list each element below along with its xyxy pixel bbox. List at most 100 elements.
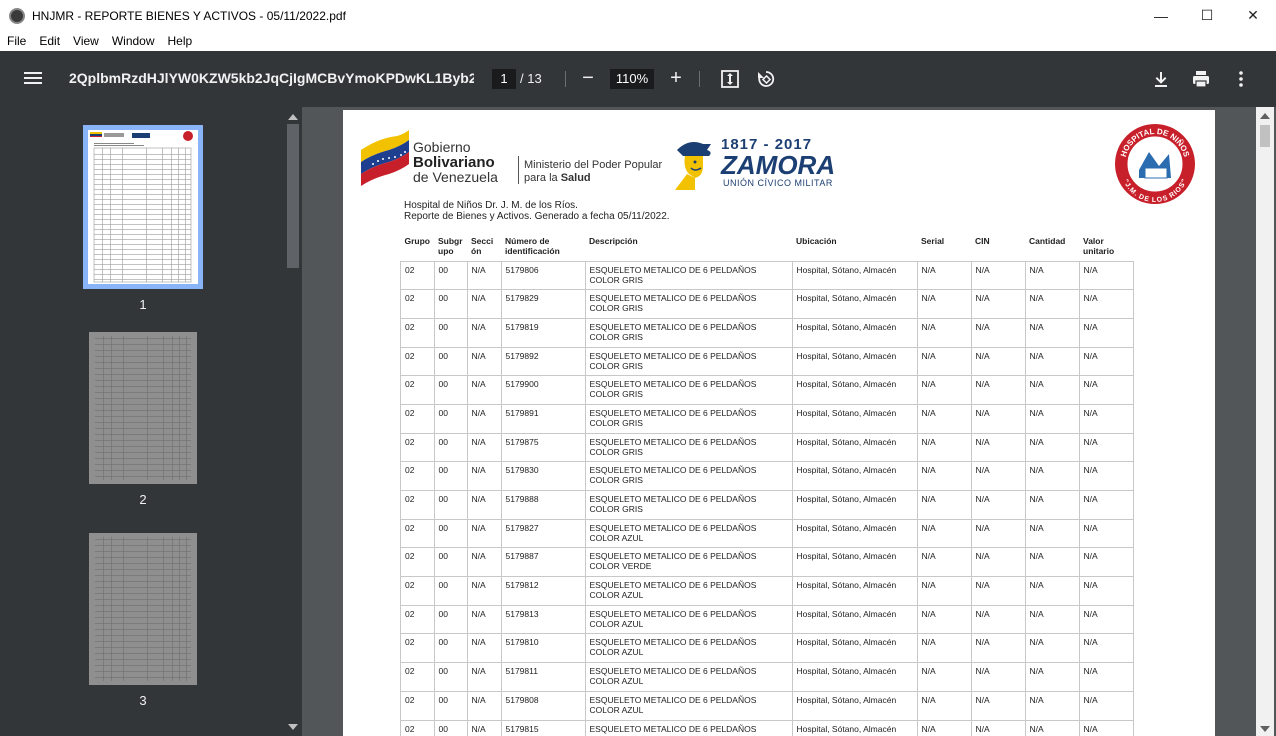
table-row: 02 00 N/A 5179806 ESQUELETO METALICO DE 6 PE…: [400, 260, 1134, 291]
gob-line1: Gobierno: [413, 139, 471, 155]
scrollbar-thumb[interactable]: [1260, 125, 1270, 147]
zoom-out-icon[interactable]: −: [580, 68, 596, 88]
table-cell: N/A: [1024, 346, 1080, 377]
table-cell: ESQUELETO METALICO DE 6 PELDAÑOS COLOR A…: [584, 690, 793, 721]
maximize-button[interactable]: ☐: [1184, 0, 1230, 31]
table-cell: N/A: [466, 403, 502, 434]
table-cell: N/A: [970, 461, 1026, 491]
table-cell: N/A: [1024, 461, 1080, 491]
thumbnail-image: [89, 332, 197, 484]
zoom-level-input[interactable]: 110%: [610, 69, 654, 89]
table-cell: 5179806: [500, 260, 586, 291]
table-cell: N/A: [1078, 317, 1134, 348]
table-cell: Hospital, Sótano, Almacén: [791, 719, 918, 736]
table-row: 02 00 N/A 5179813 ESQUELETO METALICO DE 6 PE…: [400, 604, 1134, 635]
table-cell: N/A: [916, 317, 972, 348]
table-cell: 02: [400, 289, 435, 319]
table-cell: N/A: [466, 576, 502, 606]
table-cell: Hospital, Sótano, Almacén: [791, 375, 918, 405]
table-cell: N/A: [916, 633, 972, 664]
download-icon[interactable]: [1151, 69, 1171, 89]
table-cell: N/A: [916, 461, 972, 491]
table-cell: N/A: [1024, 690, 1080, 721]
table-cell: N/A: [1024, 403, 1080, 434]
menu-bar: File Edit View Window Help: [0, 31, 1276, 51]
min-line2-bold: Salud: [560, 172, 591, 184]
thumbnail-label: 1: [139, 297, 147, 312]
table-cell: N/A: [916, 403, 972, 434]
scroll-down-icon[interactable]: [1260, 726, 1270, 732]
table-cell: N/A: [970, 547, 1026, 578]
table-cell: N/A: [466, 518, 502, 549]
menu-window[interactable]: Window: [105, 34, 161, 48]
gob-line3: de Venezuela: [413, 169, 498, 185]
table-cell: N/A: [916, 490, 972, 520]
table-cell: 00: [433, 375, 468, 405]
rotate-icon[interactable]: [756, 69, 776, 89]
table-cell: Hospital, Sótano, Almacén: [791, 461, 918, 491]
thumbnail-page-2[interactable]: 2: [83, 332, 203, 507]
scroll-up-icon[interactable]: [1260, 113, 1270, 119]
menu-help[interactable]: Help: [161, 34, 199, 48]
table-row: 02 00 N/A 5179900 ESQUELETO METALICO DE 6 PE…: [400, 375, 1134, 405]
thumbnail-page-3[interactable]: 3: [83, 533, 203, 708]
close-button[interactable]: ✕: [1230, 0, 1276, 31]
table-cell: 5179829: [500, 289, 586, 319]
thumbnail-label: 3: [139, 693, 147, 708]
table-cell: 02: [400, 490, 435, 520]
table-row: 02 00 N/A 5179827 ESQUELETO METALICO DE 6 PE…: [400, 518, 1134, 549]
scroll-down-icon[interactable]: [288, 724, 298, 730]
table-cell: N/A: [466, 662, 502, 692]
table-row: 02 00 N/A 5179812 ESQUELETO METALICO DE 6 PE…: [400, 576, 1134, 606]
menu-icon[interactable]: [24, 69, 44, 89]
scroll-up-icon[interactable]: [288, 114, 298, 120]
table-cell: N/A: [1024, 490, 1080, 520]
table-cell: ESQUELETO METALICO DE 6 PELDAÑOS COLOR A…: [584, 576, 793, 606]
table-cell: ESQUELETO METALICO DE 6 PELDAÑOS COLOR V…: [584, 547, 793, 578]
table-cell: 00: [433, 260, 468, 291]
table-cell: N/A: [466, 547, 502, 578]
venezuela-flag-logo: [361, 130, 409, 186]
table-cell: 00: [433, 432, 468, 463]
zoom-in-icon[interactable]: +: [668, 67, 684, 89]
menu-file[interactable]: File: [0, 34, 32, 48]
table-cell: ESQUELETO METALICO DE 6 PELDAÑOS COLOR G…: [584, 346, 793, 377]
thumbnail-page-1[interactable]: 1: [83, 125, 203, 312]
table-cell: N/A: [970, 604, 1026, 635]
table-cell: N/A: [1024, 604, 1080, 635]
menu-view[interactable]: View: [66, 34, 105, 48]
table-cell: 5179808: [500, 690, 586, 721]
pdf-page: Gobierno Bolivariano de Venezuela Minist…: [343, 110, 1215, 736]
viewer-scrollbar[interactable]: [1256, 107, 1274, 736]
table-cell: 00: [433, 461, 468, 491]
table-cell: N/A: [1024, 518, 1080, 549]
table-cell: ESQUELETO METALICO DE 6 PELDAÑOS COLOR G…: [584, 317, 793, 348]
window-controls: — ☐ ✕: [1138, 0, 1276, 31]
table-cell: Hospital, Sótano, Almacén: [791, 403, 918, 434]
table-cell: N/A: [466, 260, 502, 291]
table-cell: Hospital, Sótano, Almacén: [791, 317, 918, 348]
table-cell: 02: [400, 432, 435, 463]
sidebar-scrollbar[interactable]: [284, 107, 302, 736]
col-numero-identificacion: Número de identificación: [505, 236, 560, 256]
more-vert-icon[interactable]: [1231, 69, 1251, 89]
table-row: 02 00 N/A 5179819 ESQUELETO METALICO DE 6 PE…: [400, 317, 1134, 348]
thumbnail-label: 2: [139, 492, 147, 507]
table-cell: 02: [400, 518, 435, 549]
table-cell: 5179812: [500, 576, 586, 606]
table-row: 02 00 N/A 5179892 ESQUELETO METALICO DE 6 PE…: [400, 346, 1134, 377]
table-cell: N/A: [466, 633, 502, 664]
table-cell: N/A: [1078, 662, 1134, 692]
page-number-input[interactable]: 1: [492, 69, 516, 89]
minimize-button[interactable]: —: [1138, 0, 1184, 31]
table-cell: 00: [433, 518, 468, 549]
scrollbar-thumb[interactable]: [287, 124, 299, 268]
print-icon[interactable]: [1191, 69, 1211, 89]
table-cell: 00: [433, 317, 468, 348]
menu-edit[interactable]: Edit: [32, 34, 66, 48]
fit-page-icon[interactable]: [720, 69, 740, 89]
table-cell: N/A: [1078, 461, 1134, 491]
pdf-viewer[interactable]: Gobierno Bolivariano de Venezuela Minist…: [302, 107, 1276, 736]
table-cell: N/A: [916, 690, 972, 721]
table-cell: 00: [433, 576, 468, 606]
